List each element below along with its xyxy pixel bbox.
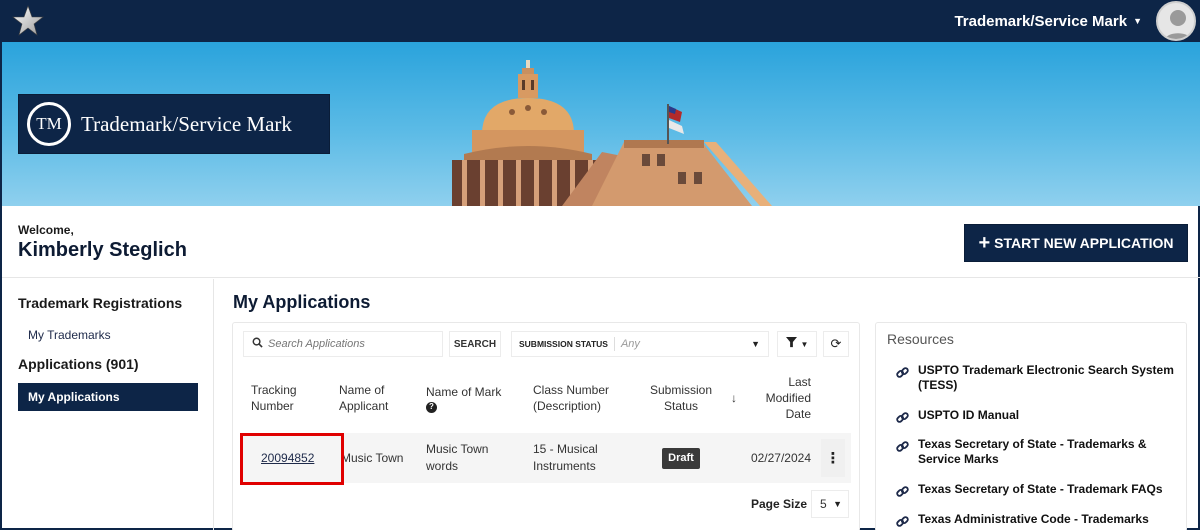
page-title: My Applications bbox=[233, 292, 371, 312]
submission-status-label: SUBMISSION STATUS bbox=[519, 339, 608, 349]
resource-link-sos-faqs[interactable]: Texas Secretary of State - Trademark FAQ… bbox=[896, 482, 1176, 503]
sidebar-heading-applications: Applications (901) bbox=[18, 356, 139, 372]
search-button[interactable]: SEARCH bbox=[449, 331, 501, 357]
resource-link-admin-code[interactable]: Texas Administrative Code - Trademarks bbox=[896, 512, 1176, 530]
question-circle-icon[interactable]: ? bbox=[426, 401, 437, 413]
user-avatar-icon[interactable] bbox=[1156, 1, 1196, 41]
page-size-value: 5 bbox=[820, 497, 827, 511]
link-icon bbox=[896, 366, 910, 384]
column-header-mark-label: Name of Mark bbox=[426, 384, 502, 399]
hero-brand-box: TM Trademark/Service Mark bbox=[18, 94, 330, 154]
sidebar-item-my-applications[interactable]: My Applications bbox=[18, 383, 198, 411]
column-header-applicant[interactable]: Name of Applicant bbox=[339, 367, 419, 429]
page-size-select[interactable]: 5 ▼ bbox=[811, 490, 849, 518]
sidebar-item-my-trademarks[interactable]: My Trademarks bbox=[28, 328, 111, 342]
welcome-section: Welcome, Kimberly Steglich + START NEW A… bbox=[2, 206, 1200, 278]
submission-status-value: Any bbox=[620, 338, 640, 350]
start-new-application-label: START NEW APPLICATION bbox=[994, 235, 1174, 251]
table-cell-class: 15 - Musical Instruments bbox=[533, 433, 633, 483]
table-cell-mark: Music Town words bbox=[426, 433, 516, 483]
table-cell-applicant: Music Town bbox=[341, 433, 421, 483]
sidebar: Trademark Registrations My Trademarks Ap… bbox=[2, 279, 214, 530]
resource-label: Texas Secretary of State - Trademark FAQ… bbox=[918, 482, 1163, 496]
submission-status-select[interactable]: SUBMISSION STATUS Any ▼ bbox=[511, 331, 769, 357]
table-cell-status: Draft bbox=[645, 433, 717, 483]
link-icon bbox=[896, 515, 910, 530]
page-size-label: Page Size bbox=[751, 497, 808, 511]
start-new-application-button[interactable]: + START NEW APPLICATION bbox=[964, 224, 1188, 262]
filter-icon bbox=[785, 337, 797, 351]
tracking-number-link[interactable]: 20094852 bbox=[261, 450, 314, 467]
divider bbox=[613, 337, 615, 351]
welcome-label: Welcome, bbox=[18, 223, 74, 237]
resource-link-sos-trademarks[interactable]: Texas Secretary of State - Trademarks & … bbox=[896, 437, 1176, 467]
filter-button[interactable]: ▼ bbox=[777, 331, 817, 357]
column-header-tracking-number[interactable]: Tracking Number bbox=[251, 367, 331, 429]
top-navbar: Trademark/Service Mark ▼ bbox=[2, 0, 1200, 42]
hero-banner: TM Trademark/Service Mark bbox=[2, 42, 1200, 206]
applications-card: SEARCH SUBMISSION STATUS Any ▼ ▼ ⟳ Track… bbox=[232, 322, 860, 530]
resource-label: Texas Secretary of State - Trademarks & … bbox=[918, 437, 1147, 466]
resource-label: Texas Administrative Code - Trademarks bbox=[918, 512, 1149, 526]
table-cell-modified: 02/27/2024 bbox=[741, 433, 811, 483]
resource-link-id-manual[interactable]: USPTO ID Manual bbox=[896, 408, 1176, 429]
status-badge: Draft bbox=[662, 447, 700, 469]
column-header-class[interactable]: Class Number (Description) bbox=[533, 367, 633, 429]
row-actions-kebab-icon[interactable]: ⋮ bbox=[821, 439, 845, 477]
search-icon bbox=[252, 335, 263, 353]
caret-down-icon: ▼ bbox=[800, 339, 809, 349]
resource-label: USPTO Trademark Electronic Search System… bbox=[918, 363, 1174, 392]
plus-icon: + bbox=[978, 232, 991, 254]
capitol-building-image bbox=[452, 60, 772, 206]
search-box[interactable] bbox=[243, 331, 443, 357]
resource-link-tess[interactable]: USPTO Trademark Electronic Search System… bbox=[896, 363, 1176, 393]
column-header-modified[interactable]: Last Modified Date bbox=[753, 367, 811, 429]
table-cell-tracking: 20094852 bbox=[261, 433, 331, 483]
hero-title: Trademark/Service Mark bbox=[81, 111, 292, 136]
search-input[interactable] bbox=[268, 338, 428, 350]
link-icon bbox=[896, 411, 910, 429]
sidebar-heading-trademark-registrations: Trademark Registrations bbox=[18, 295, 183, 311]
resources-panel: Resources USPTO Trademark Electronic Sea… bbox=[875, 322, 1187, 530]
account-menu[interactable]: Trademark/Service Mark ▼ bbox=[954, 0, 1200, 42]
sort-down-icon[interactable]: ↓ bbox=[731, 367, 741, 429]
star-icon[interactable] bbox=[10, 3, 46, 39]
resources-title: Resources bbox=[887, 331, 954, 347]
refresh-icon: ⟳ bbox=[830, 336, 842, 351]
caret-down-icon[interactable]: ▼ bbox=[1133, 16, 1142, 26]
caret-down-icon: ▼ bbox=[833, 499, 842, 509]
app-switcher[interactable]: Trademark/Service Mark bbox=[954, 13, 1127, 30]
refresh-button[interactable]: ⟳ bbox=[823, 331, 849, 357]
link-icon bbox=[896, 485, 910, 503]
tm-badge-icon: TM bbox=[27, 102, 71, 146]
caret-down-icon: ▼ bbox=[751, 339, 760, 349]
column-header-mark[interactable]: Name of Mark ? bbox=[426, 367, 522, 429]
link-icon bbox=[896, 440, 910, 458]
user-name: Kimberly Steglich bbox=[18, 239, 187, 261]
resource-label: USPTO ID Manual bbox=[918, 408, 1020, 422]
column-header-status[interactable]: Submission Status bbox=[645, 367, 717, 429]
